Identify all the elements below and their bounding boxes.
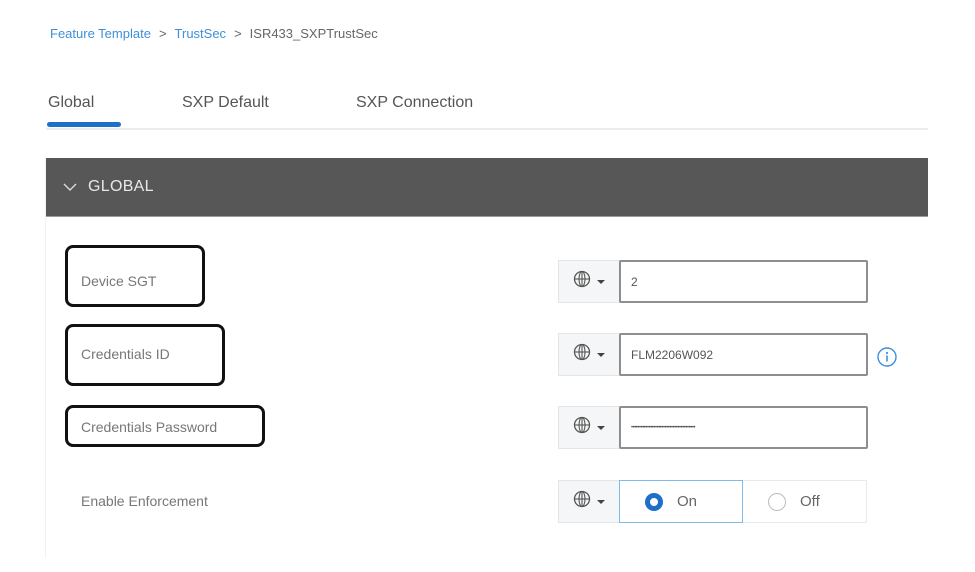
globe-icon — [573, 416, 591, 439]
radio-label-on: On — [677, 493, 698, 510]
chevron-down-icon — [62, 179, 78, 195]
enable-enforcement-radio-group: On Off — [619, 480, 868, 523]
enable-enforcement-scope-dropdown[interactable] — [558, 480, 620, 523]
tab-sxp-default[interactable]: SXP Default — [182, 94, 269, 112]
radio-unselected-icon — [768, 492, 786, 511]
breadcrumb-trustsec[interactable]: TrustSec — [175, 26, 227, 41]
enable-enforcement-label: Enable Enforcement — [81, 493, 208, 509]
info-icon[interactable] — [876, 346, 898, 368]
radio-label-off: Off — [800, 493, 820, 510]
caret-down-icon — [597, 352, 605, 357]
device-sgt-input[interactable] — [619, 260, 868, 303]
breadcrumb-current: ISR433_SXPTrustSec — [249, 26, 378, 41]
credentials-id-label: Credentials ID — [81, 346, 170, 362]
tab-bar: Global SXP Default SXP Connection — [46, 94, 928, 130]
globe-icon — [573, 343, 591, 366]
credentials-password-label: Credentials Password — [81, 419, 218, 435]
caret-down-icon — [597, 499, 605, 504]
credentials-password-scope-dropdown[interactable] — [558, 406, 620, 449]
radio-option-off[interactable]: Off — [743, 480, 867, 523]
global-section-header[interactable]: GLOBAL — [46, 158, 928, 217]
device-sgt-label: Device SGT — [81, 273, 157, 289]
breadcrumb-separator: > — [234, 26, 242, 41]
credentials-id-scope-dropdown[interactable] — [558, 333, 620, 376]
radio-selected-icon — [645, 492, 663, 511]
section-title: GLOBAL — [88, 178, 154, 195]
caret-down-icon — [597, 279, 605, 284]
credentials-password-input[interactable] — [619, 406, 868, 449]
radio-option-on[interactable]: On — [619, 480, 743, 523]
tab-global[interactable]: Global — [46, 94, 122, 127]
tab-sxp-connection[interactable]: SXP Connection — [356, 94, 473, 112]
device-sgt-scope-dropdown[interactable] — [558, 260, 620, 303]
globe-icon — [573, 270, 591, 293]
globe-icon — [573, 490, 591, 513]
breadcrumb-feature-template[interactable]: Feature Template — [50, 26, 151, 41]
caret-down-icon — [597, 425, 605, 430]
credentials-id-input[interactable] — [619, 333, 868, 376]
breadcrumb-separator: > — [158, 26, 167, 41]
breadcrumb: Feature Template > TrustSec > ISR433_SXP… — [50, 26, 378, 41]
